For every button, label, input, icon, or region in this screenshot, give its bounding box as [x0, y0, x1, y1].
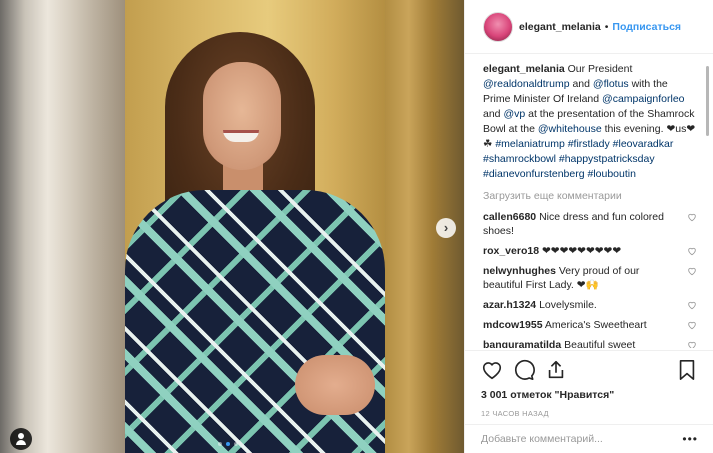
- comment-body: Lovelysmile.: [539, 299, 597, 311]
- caption-text: and: [483, 108, 504, 120]
- add-comment-bar: •••: [465, 424, 713, 453]
- mention-link[interactable]: @whitehouse: [538, 123, 602, 135]
- header-username[interactable]: elegant_melania: [519, 21, 601, 33]
- caption-text: and: [569, 78, 593, 90]
- comment-item: nelwynhughes Very proud of our beautiful…: [483, 264, 697, 292]
- comment-username[interactable]: rox_vero18: [483, 245, 539, 257]
- comment-body: America's Sweetheart: [544, 319, 647, 331]
- mention-link[interactable]: @vp: [503, 108, 525, 120]
- chevron-right-icon: ›: [443, 220, 449, 235]
- next-slide-button[interactable]: ›: [436, 218, 456, 238]
- post-caption: elegant_melania Our President @realdonal…: [483, 62, 697, 182]
- comment-item: banquramatilda Beautiful sweet: [483, 338, 697, 348]
- comments-list[interactable]: elegant_melania Our President @realdonal…: [483, 62, 697, 348]
- heart-icon[interactable]: [687, 340, 697, 348]
- heart-icon[interactable]: [481, 359, 503, 381]
- likes-count[interactable]: 3 001 отметок "Нравится": [481, 389, 698, 401]
- hashtags-link[interactable]: #melaniatrump #firstlady #leovaradkar #s…: [483, 138, 673, 180]
- post-header: elegant_melania • Подписаться: [465, 0, 713, 54]
- follow-button[interactable]: Подписаться: [612, 21, 681, 33]
- comment-username[interactable]: nelwynhughes: [483, 265, 556, 277]
- caption-text: Our President: [564, 63, 633, 75]
- carousel-dot: [218, 442, 222, 446]
- photo-face: [203, 62, 281, 170]
- comment-body: ❤❤❤❤❤❤❤❤❤: [541, 245, 622, 257]
- carousel-dot: [234, 442, 238, 446]
- post-timestamp: 12 ЧАСОВ НАЗАД: [481, 409, 549, 418]
- comment-item: rox_vero18 ❤❤❤❤❤❤❤❤❤: [483, 244, 697, 258]
- heart-icon[interactable]: [687, 212, 697, 222]
- heart-icon[interactable]: [687, 266, 697, 276]
- user-tag-icon[interactable]: [10, 428, 32, 450]
- mention-link[interactable]: @realdonaldtrump: [483, 78, 570, 90]
- comment-input[interactable]: [481, 433, 683, 445]
- comment-body: Beautiful sweet: [564, 339, 636, 348]
- photo-background-left: [0, 0, 125, 453]
- mention-link[interactable]: @campaignforleo: [602, 93, 684, 105]
- action-icons-row: [481, 357, 698, 383]
- heart-icon[interactable]: [687, 300, 697, 310]
- post-media[interactable]: ›: [0, 0, 464, 453]
- carousel-indicator: [218, 442, 238, 446]
- comment-icon[interactable]: [513, 359, 535, 381]
- comment-username[interactable]: azar.h1324: [483, 299, 536, 311]
- comment-item: azar.h1324 Lovelysmile.: [483, 298, 697, 312]
- comment-username[interactable]: mdcow1955: [483, 319, 543, 331]
- mention-link[interactable]: @flotus: [593, 78, 629, 90]
- avatar[interactable]: [483, 11, 513, 42]
- more-options-button[interactable]: •••: [682, 432, 698, 446]
- comment-username[interactable]: callen6680: [483, 211, 536, 223]
- caption-username[interactable]: elegant_melania: [483, 63, 565, 75]
- post-photo: [125, 0, 385, 453]
- share-icon[interactable]: [545, 359, 567, 381]
- heart-icon[interactable]: [687, 320, 697, 330]
- load-more-comments-button[interactable]: Загрузить еще комментарии: [483, 190, 697, 202]
- comment-item: callen6680 Nice dress and fun colored sh…: [483, 210, 697, 238]
- carousel-dot-active: [226, 442, 230, 446]
- photo-hands: [295, 355, 375, 415]
- post-details-panel: elegant_melania • Подписаться elegant_me…: [464, 0, 713, 453]
- comment-item: mdcow1955 America's Sweetheart: [483, 318, 697, 332]
- bookmark-icon[interactable]: [676, 359, 698, 381]
- heart-icon[interactable]: [687, 246, 697, 256]
- comments-scrollbar[interactable]: [706, 66, 709, 136]
- header-separator: •: [604, 20, 609, 33]
- comment-username[interactable]: banquramatilda: [483, 339, 561, 348]
- post-actions: 3 001 отметок "Нравится" 12 ЧАСОВ НАЗАД: [465, 350, 713, 418]
